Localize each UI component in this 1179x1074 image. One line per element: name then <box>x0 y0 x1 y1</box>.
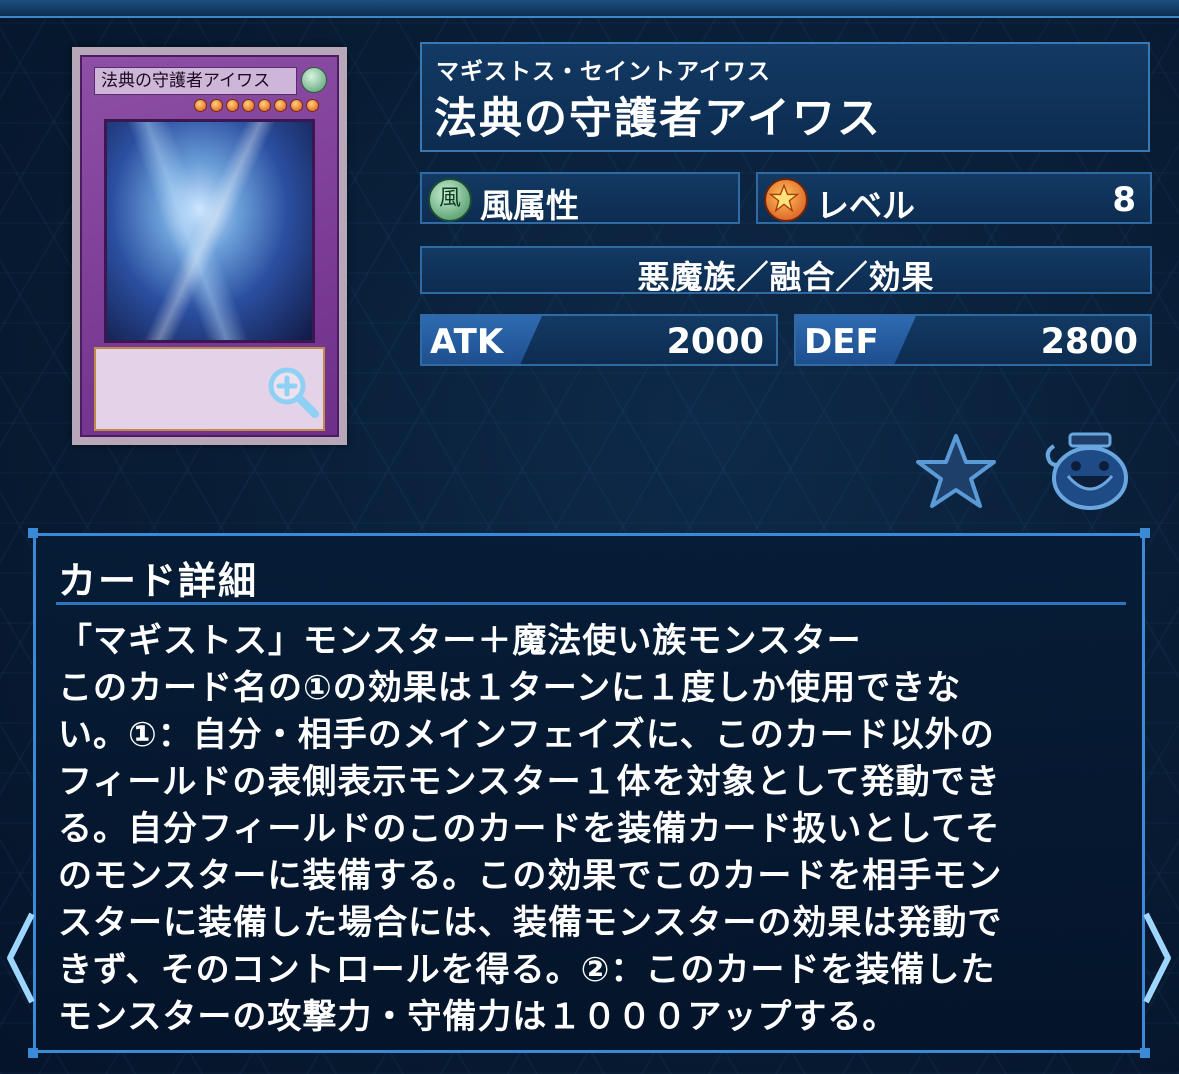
level-star <box>210 99 223 112</box>
chevron-left-icon[interactable] <box>2 908 38 1008</box>
card-artwork <box>104 119 315 343</box>
type-line: 悪魔族／融合／効果 <box>637 258 935 296</box>
card-effect-text: 「マギストス」モンスター＋魔法使い族モンスター このカード名の①の効果は１ターン… <box>58 621 1003 1037</box>
card-image-name: 法典の守護者アイワス <box>94 67 297 95</box>
def-label: DEF <box>804 322 879 362</box>
def-value: 2800 <box>1040 322 1138 362</box>
panel-corner <box>28 528 38 538</box>
card-attribute-mark <box>301 67 327 93</box>
card-detail-panel[interactable]: カード詳細 「マギストス」モンスター＋魔法使い族モンスター このカード名の①の効… <box>28 528 1150 1058</box>
type-box: 悪魔族／融合／効果 <box>420 246 1152 296</box>
panel-corner <box>1140 528 1150 538</box>
atk-box: ATK 2000 <box>420 314 778 366</box>
attribute-box: 風 風属性 <box>420 172 740 225</box>
attribute-label: 風属性 <box>480 186 579 225</box>
card-name-header: マギストス・セイントアイワス 法典の守護者アイワス <box>420 42 1150 152</box>
level-label: レベル <box>816 186 915 225</box>
card-level-stars <box>194 99 319 112</box>
level-value: 8 <box>1112 180 1136 220</box>
atk-label: ATK <box>430 322 504 362</box>
level-star <box>194 99 207 112</box>
level-star <box>226 99 239 112</box>
def-box: DEF 2800 <box>794 314 1152 366</box>
atk-value: 2000 <box>666 322 764 362</box>
level-star-icon <box>764 178 808 222</box>
level-star <box>274 99 287 112</box>
top-bar <box>0 0 1179 18</box>
level-star <box>306 99 319 112</box>
zoom-in-icon[interactable] <box>263 362 323 422</box>
card-name: 法典の守護者アイワス <box>434 94 882 144</box>
detail-title: カード詳細 <box>58 559 259 603</box>
wind-attribute-icon: 風 <box>428 178 472 222</box>
card-image[interactable]: 法典の守護者アイワス <box>72 47 347 445</box>
panel-corner <box>1140 1048 1150 1058</box>
chevron-right-icon[interactable] <box>1140 908 1176 1008</box>
detail-divider <box>56 602 1126 605</box>
card-face: 法典の守護者アイワス <box>80 55 339 437</box>
panel-corner <box>28 1048 38 1058</box>
card-name-reading: マギストス・セイントアイワス <box>436 59 771 85</box>
level-star <box>242 99 255 112</box>
level-star <box>290 99 303 112</box>
level-star <box>258 99 271 112</box>
star-icon[interactable] <box>915 432 997 510</box>
pot-of-greed-icon[interactable] <box>1040 432 1136 512</box>
level-box: レベル 8 <box>756 172 1152 225</box>
